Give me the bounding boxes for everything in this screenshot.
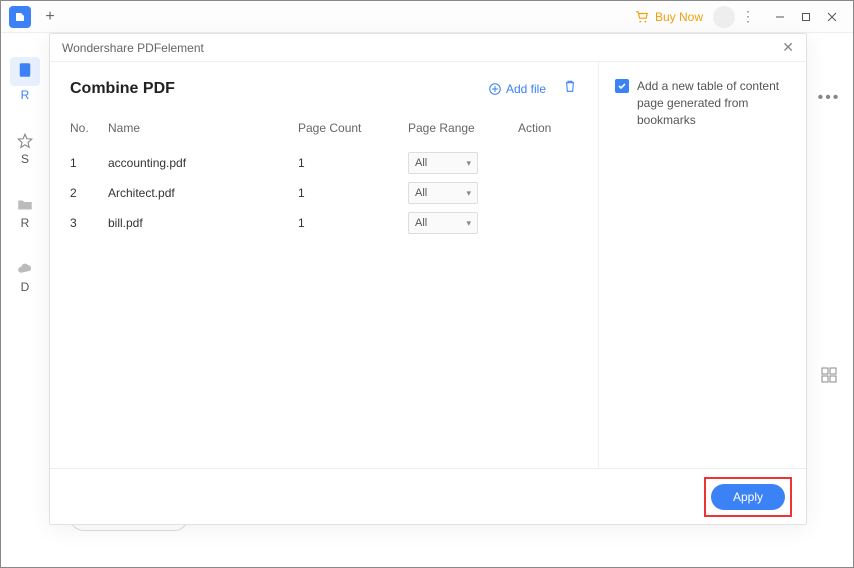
dialog-header-row: Combine PDF Add file (70, 78, 578, 99)
cell-no: 1 (70, 156, 108, 170)
table-row[interactable]: 2 Architect.pdf 1 All ▾ (70, 176, 578, 206)
dialog-footer: Apply (50, 468, 806, 524)
dialog-backdrop: Wondershare PDFelement ✕ Combine PDF Add… (1, 1, 853, 567)
checkbox-checked[interactable] (615, 79, 629, 93)
range-value: All (415, 217, 427, 229)
cell-page-count: 1 (298, 186, 408, 200)
col-page-count: Page Count (298, 121, 408, 135)
chevron-down-icon: ▾ (466, 218, 471, 229)
files-table: No. Name Page Count Page Range Action 1 … (70, 115, 578, 236)
apply-button[interactable]: Apply (711, 484, 785, 510)
combine-pdf-dialog: Wondershare PDFelement ✕ Combine PDF Add… (49, 33, 807, 525)
cell-no: 3 (70, 216, 108, 230)
dialog-title: Combine PDF (70, 80, 175, 98)
check-icon (617, 81, 627, 91)
dialog-body: Combine PDF Add file No. Na (50, 62, 806, 468)
cell-page-count: 1 (298, 156, 408, 170)
cell-no: 2 (70, 186, 108, 200)
col-action: Action (518, 121, 578, 135)
trash-icon (562, 78, 578, 94)
table-header: No. Name Page Count Page Range Action (70, 115, 578, 142)
page-range-select[interactable]: All ▾ (408, 182, 478, 204)
cell-page-range: All ▾ (408, 182, 518, 204)
apply-highlight: Apply (704, 477, 792, 517)
page-range-select[interactable]: All ▾ (408, 212, 478, 234)
page-range-select[interactable]: All ▾ (408, 152, 478, 174)
cell-name: bill.pdf (108, 216, 298, 230)
dialog-close-button[interactable]: ✕ (782, 39, 794, 56)
chevron-down-icon: ▾ (466, 188, 471, 199)
chevron-down-icon: ▾ (466, 158, 471, 169)
add-file-button[interactable]: Add file (488, 82, 546, 96)
table-row[interactable]: 3 bill.pdf 1 All ▾ (70, 206, 578, 236)
option-row[interactable]: Add a new table of content page generate… (615, 78, 790, 128)
dialog-window-title: Wondershare PDFelement (62, 41, 204, 55)
app-window: + Buy Now ⋮ R S (0, 0, 854, 568)
delete-button[interactable] (562, 78, 578, 99)
cell-page-range: All ▾ (408, 152, 518, 174)
range-value: All (415, 187, 427, 199)
add-file-label: Add file (506, 82, 546, 96)
cell-page-count: 1 (298, 216, 408, 230)
cell-page-range: All ▾ (408, 212, 518, 234)
dialog-main: Combine PDF Add file No. Na (50, 62, 598, 468)
range-value: All (415, 157, 427, 169)
cell-name: Architect.pdf (108, 186, 298, 200)
plus-circle-icon (488, 82, 502, 96)
cell-name: accounting.pdf (108, 156, 298, 170)
dialog-side-panel: Add a new table of content page generate… (598, 62, 806, 468)
table-row[interactable]: 1 accounting.pdf 1 All ▾ (70, 146, 578, 176)
dialog-titlebar: Wondershare PDFelement ✕ (50, 34, 806, 62)
col-name: Name (108, 121, 298, 135)
option-label: Add a new table of content page generate… (637, 78, 790, 128)
col-no: No. (70, 121, 108, 135)
col-page-range: Page Range (408, 121, 518, 135)
